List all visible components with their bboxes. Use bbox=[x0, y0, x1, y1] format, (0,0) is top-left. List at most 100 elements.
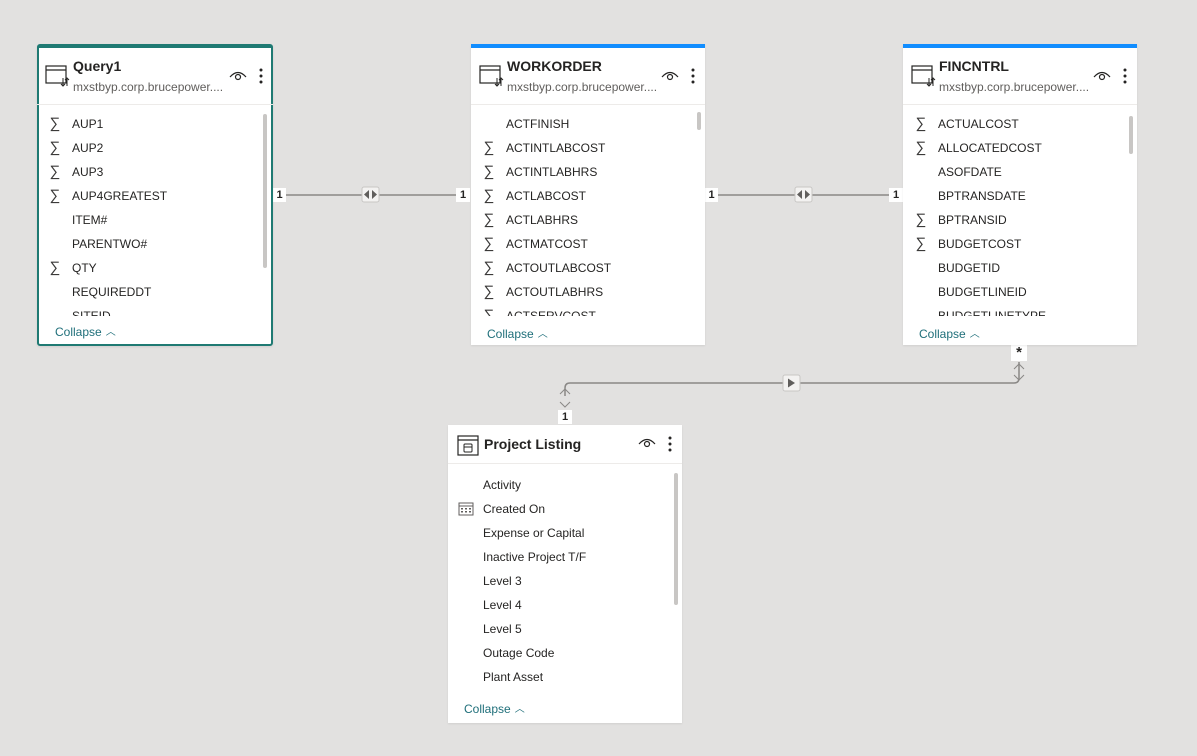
field-row[interactable]: ∑ QTY bbox=[37, 256, 271, 280]
field-row[interactable]: Level 4 bbox=[448, 593, 682, 617]
table-source: mxstbyp.corp.brucepower.... bbox=[73, 80, 223, 94]
field-row[interactable]: ∑ AUP4GREATEST bbox=[37, 184, 271, 208]
field-row[interactable]: ∑ BPTRANSID bbox=[903, 208, 1137, 232]
field-row[interactable]: ∑ AUP3 bbox=[37, 160, 271, 184]
field-row[interactable]: BUDGETLINEID bbox=[903, 280, 1137, 304]
field-row[interactable]: ITEM# bbox=[37, 208, 271, 232]
field-row[interactable]: ∑ ALLOCATEDCOST bbox=[903, 136, 1137, 160]
more-options-icon[interactable] bbox=[664, 435, 676, 453]
sigma-icon: ∑ bbox=[915, 139, 927, 156]
cardinality-label: * bbox=[1011, 345, 1027, 361]
scrollbar-thumb[interactable] bbox=[263, 114, 267, 268]
sigma-icon: ∑ bbox=[483, 235, 495, 252]
sigma-icon: ∑ bbox=[49, 259, 61, 276]
sigma-icon: ∑ bbox=[49, 163, 61, 180]
field-row[interactable]: Outage Code bbox=[448, 641, 682, 665]
field-row[interactable]: Level 5 bbox=[448, 617, 682, 641]
chevron-up-icon: ︿ bbox=[105, 327, 116, 338]
collapse-button[interactable]: Collapse ︿ bbox=[487, 326, 548, 341]
model-canvas[interactable]: 1 1 1 1 * 1 Query1 mxstbyp.corp.brucepow… bbox=[0, 0, 1197, 756]
field-row[interactable]: ∑ AUP2 bbox=[37, 136, 271, 160]
single-direction-filter-icon[interactable] bbox=[782, 374, 801, 392]
table-source: mxstbyp.corp.brucepower.... bbox=[507, 80, 657, 94]
sigma-icon: ∑ bbox=[483, 211, 495, 228]
field-row[interactable]: ∑ ACTLABCOST bbox=[471, 184, 705, 208]
more-options-icon[interactable] bbox=[1119, 67, 1131, 85]
cardinality-label: 1 bbox=[456, 188, 470, 202]
collapse-button[interactable]: Collapse ︿ bbox=[55, 324, 116, 339]
field-row[interactable]: SITEID bbox=[37, 304, 271, 316]
field-row[interactable]: ∑ ACTLABHRS bbox=[471, 208, 705, 232]
calendar-icon bbox=[458, 497, 474, 524]
field-row[interactable]: BUDGETID bbox=[903, 256, 1137, 280]
table-card-query1[interactable]: Query1 mxstbyp.corp.brucepower.... ∑ AUP1… bbox=[37, 44, 273, 346]
scrollbar-thumb[interactable] bbox=[697, 112, 701, 130]
table-title: FINCNTRL bbox=[939, 58, 1009, 74]
field-row[interactable]: ∑ ACTUALCOST bbox=[903, 112, 1137, 136]
field-row[interactable]: Activity bbox=[448, 473, 682, 497]
field-row[interactable]: PARENTWO# bbox=[37, 232, 271, 256]
more-options-icon[interactable] bbox=[255, 67, 267, 85]
table-source: mxstbyp.corp.brucepower.... bbox=[939, 80, 1089, 94]
field-row[interactable]: ∑ ACTMATCOST bbox=[471, 232, 705, 256]
table-title: WORKORDER bbox=[507, 58, 602, 74]
table-icon bbox=[479, 65, 504, 87]
sigma-icon: ∑ bbox=[915, 211, 927, 228]
cardinality-label: 1 bbox=[705, 188, 718, 202]
field-row[interactable]: ∑ ACTINTLABCOST bbox=[471, 136, 705, 160]
sigma-icon: ∑ bbox=[49, 139, 61, 156]
table-title: Project Listing bbox=[484, 436, 582, 452]
visibility-icon[interactable] bbox=[229, 70, 247, 82]
field-row[interactable]: ∑ BUDGETCOST bbox=[903, 232, 1137, 256]
visibility-icon[interactable] bbox=[1093, 70, 1111, 82]
table-card-header[interactable]: Project Listing bbox=[448, 425, 682, 464]
field-row[interactable]: ∑ ACTOUTLABCOST bbox=[471, 256, 705, 280]
cardinality-label: 1 bbox=[889, 188, 903, 202]
table-title: Query1 bbox=[73, 58, 122, 74]
collapse-button[interactable]: Collapse ︿ bbox=[919, 326, 980, 341]
table-card-project-listing[interactable]: Project Listing Activity Created On Expe… bbox=[448, 425, 682, 723]
table-card-header[interactable]: FINCNTRL mxstbyp.corp.brucepower.... bbox=[903, 48, 1137, 105]
field-row[interactable]: ASOFDATE bbox=[903, 160, 1137, 184]
field-row[interactable]: BUDGETLINETYPE bbox=[903, 304, 1137, 316]
field-row[interactable]: ∑ AUP1 bbox=[37, 112, 271, 136]
field-row[interactable]: REQUIREDDT bbox=[37, 280, 271, 304]
field-row[interactable]: BPTRANSDATE bbox=[903, 184, 1137, 208]
collapse-button[interactable]: Collapse ︿ bbox=[464, 701, 525, 716]
sigma-icon: ∑ bbox=[483, 283, 495, 300]
chevron-up-icon: ︿ bbox=[969, 329, 980, 340]
sigma-icon: ∑ bbox=[915, 235, 927, 252]
bidirectional-filter-icon[interactable] bbox=[794, 186, 813, 203]
field-list: ∑ ACTUALCOST ∑ ALLOCATEDCOST ASOFDATE BPTR… bbox=[903, 112, 1137, 316]
sigma-icon: ∑ bbox=[483, 307, 495, 316]
sigma-icon: ∑ bbox=[483, 163, 495, 180]
table-card-workorder[interactable]: WORKORDER mxstbyp.corp.brucepower.... AC… bbox=[471, 44, 705, 345]
field-row[interactable]: Inactive Project T/F bbox=[448, 545, 682, 569]
field-row[interactable]: Plant Asset bbox=[448, 665, 682, 689]
table-icon bbox=[45, 65, 70, 87]
sigma-icon: ∑ bbox=[483, 139, 495, 156]
field-row[interactable]: Level 3 bbox=[448, 569, 682, 593]
field-row[interactable]: Created On bbox=[448, 497, 682, 521]
field-row[interactable]: ∑ ACTSERVCOST bbox=[471, 304, 705, 316]
scrollbar-thumb[interactable] bbox=[674, 473, 678, 605]
field-row[interactable]: ACTFINISH bbox=[471, 112, 705, 136]
sigma-icon: ∑ bbox=[49, 187, 61, 204]
sigma-icon: ∑ bbox=[49, 115, 61, 132]
field-row[interactable]: ∑ ACTOUTLABHRS bbox=[471, 280, 705, 304]
chevron-up-icon: ︿ bbox=[514, 704, 525, 715]
field-row[interactable]: Expense or Capital bbox=[448, 521, 682, 545]
visibility-icon[interactable] bbox=[661, 70, 679, 82]
table-card-fincntrl[interactable]: FINCNTRL mxstbyp.corp.brucepower.... ∑ AC… bbox=[903, 44, 1137, 345]
cardinality-label: 1 bbox=[273, 188, 286, 202]
bidirectional-filter-icon[interactable] bbox=[361, 186, 380, 203]
field-row[interactable]: ∑ ACTINTLABHRS bbox=[471, 160, 705, 184]
chevron-up-icon: ︿ bbox=[537, 329, 548, 340]
sigma-icon: ∑ bbox=[483, 259, 495, 276]
more-options-icon[interactable] bbox=[687, 67, 699, 85]
table-card-header[interactable]: WORKORDER mxstbyp.corp.brucepower.... bbox=[471, 48, 705, 105]
scrollbar-thumb[interactable] bbox=[1129, 116, 1133, 154]
table-card-header[interactable]: Query1 mxstbyp.corp.brucepower.... bbox=[37, 48, 273, 105]
cardinality-label: 1 bbox=[558, 410, 572, 424]
visibility-icon[interactable] bbox=[638, 437, 656, 449]
